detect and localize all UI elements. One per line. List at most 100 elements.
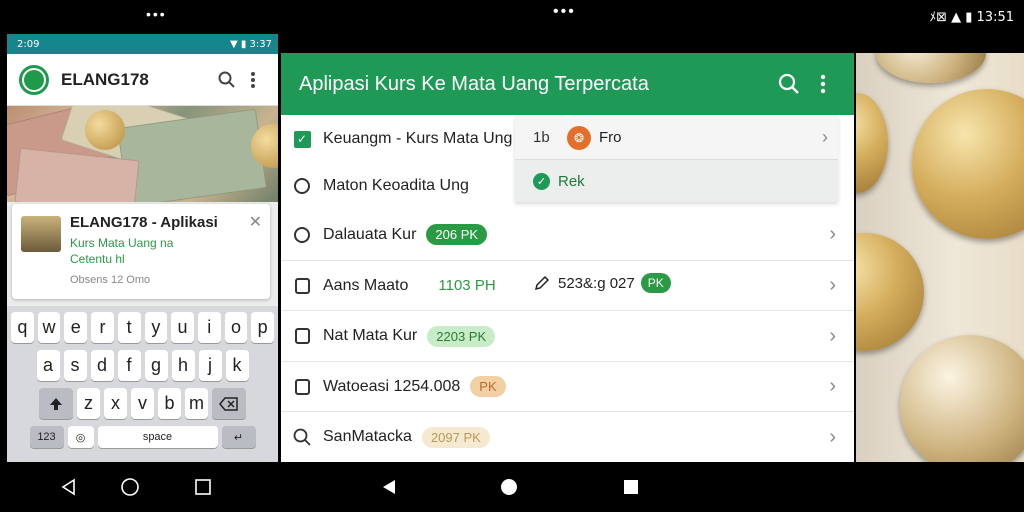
key[interactable]: b (158, 388, 181, 419)
status-dots-left: ••• (146, 6, 167, 22)
chevron-right-icon[interactable]: › (829, 426, 836, 449)
on-screen-keyboard: q w e r t y u i o p a s d f g h j k z x … (7, 306, 278, 462)
key[interactable]: g (144, 350, 168, 381)
list-item[interactable]: Watoeasi 1254.008 PK › (281, 362, 854, 412)
key[interactable]: u (171, 312, 194, 343)
radio-icon[interactable] (294, 178, 310, 194)
key[interactable]: z (77, 388, 100, 419)
screen: ••• ••• ﾒ⊠ ▲ ▮ 13:51 2:09 ▼ ▮ 3:37 ELANG… (0, 0, 1024, 512)
search-icon (293, 428, 311, 446)
chevron-right-icon[interactable]: › (829, 375, 836, 398)
square-icon (294, 277, 310, 294)
back-icon[interactable] (56, 474, 82, 500)
secondary-rate-tag: PK (640, 273, 671, 293)
edit-icon[interactable] (534, 275, 550, 291)
status-indicators: ﾒ⊠ ▲ ▮ 13:51 (929, 10, 1014, 25)
list-item-label: Aans Maato (323, 276, 409, 294)
space-key[interactable]: space (97, 426, 218, 448)
recents-icon[interactable] (618, 474, 644, 500)
phone-app-title: ELANG178 (61, 69, 149, 89)
dropdown-option[interactable]: ✓ Rek (515, 160, 838, 202)
notification-avatar (21, 216, 61, 252)
recents-icon[interactable] (190, 474, 216, 500)
list-item-label: Nat Mata Kur (323, 327, 418, 344)
dropdown-number: 1b (533, 129, 550, 146)
key[interactable]: m (185, 388, 208, 419)
home-icon[interactable] (117, 474, 143, 500)
key[interactable]: e (64, 312, 88, 343)
key[interactable]: v (131, 388, 154, 419)
key[interactable]: h (171, 350, 195, 381)
keyboard-row-2: a s d f g h j k (11, 350, 274, 381)
key[interactable]: o (224, 312, 248, 343)
notification-line1: Kurs Mata Uang na (70, 236, 174, 250)
key[interactable]: a (36, 350, 60, 381)
dropdown-current[interactable]: 1b ❂ Fro › (515, 116, 838, 160)
back-icon[interactable] (376, 474, 402, 500)
key[interactable]: d (90, 350, 114, 381)
chevron-right-icon[interactable]: › (829, 274, 836, 297)
keyboard-row-1: q w e r t y u i o p (10, 312, 275, 343)
keyboard-row-4: 123 ◎ space ↵ (11, 426, 274, 448)
radio-icon[interactable] (294, 226, 310, 243)
more-vert-icon[interactable] (806, 71, 840, 97)
rate-badge: 2097 PK (421, 426, 490, 448)
list-item[interactable]: SanMatacka 2097 PK › (281, 412, 854, 462)
notification-card[interactable]: ELANG178 - Aplikasi Kurs Mata Uang na Ce… (12, 204, 270, 299)
notification-title: ELANG178 - Aplikasi (70, 214, 218, 231)
dropdown-currency: Fro (599, 129, 622, 146)
home-icon[interactable] (496, 474, 522, 500)
key[interactable]: k (225, 350, 249, 381)
square-icon (294, 378, 310, 395)
list-item-label: SanMatacka (323, 428, 412, 445)
key[interactable]: y (144, 312, 168, 343)
emoji-key[interactable]: ◎ (67, 426, 94, 448)
currency-dropdown[interactable]: 1b ❂ Fro › ✓ Rek (515, 116, 838, 202)
secondary-rate: 523&:g 027 PK (534, 273, 671, 293)
close-icon[interactable]: ✕ (249, 212, 262, 232)
phone-status-right: ▼ ▮ 3:37 (229, 38, 272, 50)
checkbox-checked-icon[interactable]: ✓ (293, 130, 311, 148)
phone-panel: 2:09 ▼ ▮ 3:37 ELANG178 ELANG178 - Aplika… (7, 34, 278, 462)
backspace-key[interactable] (212, 388, 246, 419)
phone-status-time: 2:09 (17, 38, 40, 50)
search-icon[interactable] (772, 71, 806, 97)
app-logo-icon (19, 64, 49, 95)
list-item-label: Dalauata Kur (323, 225, 417, 243)
key[interactable]: r (91, 312, 114, 343)
phone-app-bar: ELANG178 (7, 54, 278, 106)
chevron-right-icon[interactable]: › (829, 325, 836, 348)
square-icon (294, 328, 310, 344)
key[interactable]: x (104, 388, 127, 419)
chevron-right-icon[interactable]: › (822, 127, 828, 148)
secondary-rate-value: 523&:g 027 (558, 274, 635, 292)
more-vert-icon[interactable] (240, 67, 266, 93)
keyboard-row-3: z x v b m (11, 388, 274, 419)
search-icon[interactable] (214, 67, 240, 93)
list-item-label: Watoeasi 1254.008 (323, 377, 461, 395)
key[interactable]: j (198, 350, 222, 381)
notification-line2: Cetentu hl (70, 252, 125, 266)
list-item-label: Maton Keoadita Ung (323, 177, 469, 194)
shift-key[interactable] (39, 388, 73, 419)
list-item[interactable]: Nat Mata Kur 2203 PK › (281, 311, 854, 362)
key[interactable]: p (251, 312, 275, 343)
key[interactable]: s (63, 350, 87, 381)
rate-badge: PK (470, 376, 506, 397)
key[interactable]: t (117, 312, 141, 343)
numbers-key[interactable]: 123 (29, 426, 64, 448)
notification-time: Obsens 12 Omo (70, 274, 151, 286)
enter-key[interactable]: ↵ (221, 426, 256, 448)
key[interactable]: w (37, 312, 61, 343)
banknotes-image (7, 106, 278, 202)
list-item[interactable]: Dalauata Kur 206 PK › (281, 209, 854, 261)
key[interactable]: q (10, 312, 34, 343)
chevron-right-icon[interactable]: › (829, 223, 836, 246)
key[interactable]: i (197, 312, 221, 343)
rate-badge: 2203 PK (427, 325, 496, 347)
main-app-window: Aplipasi Kurs Ke Mata Uang Terpercata ✓ … (281, 53, 854, 462)
currency-icon: ❂ (567, 125, 591, 150)
rate-value: 1103 PH (438, 277, 496, 294)
key[interactable]: f (117, 350, 141, 381)
system-nav-bar (0, 462, 1024, 512)
